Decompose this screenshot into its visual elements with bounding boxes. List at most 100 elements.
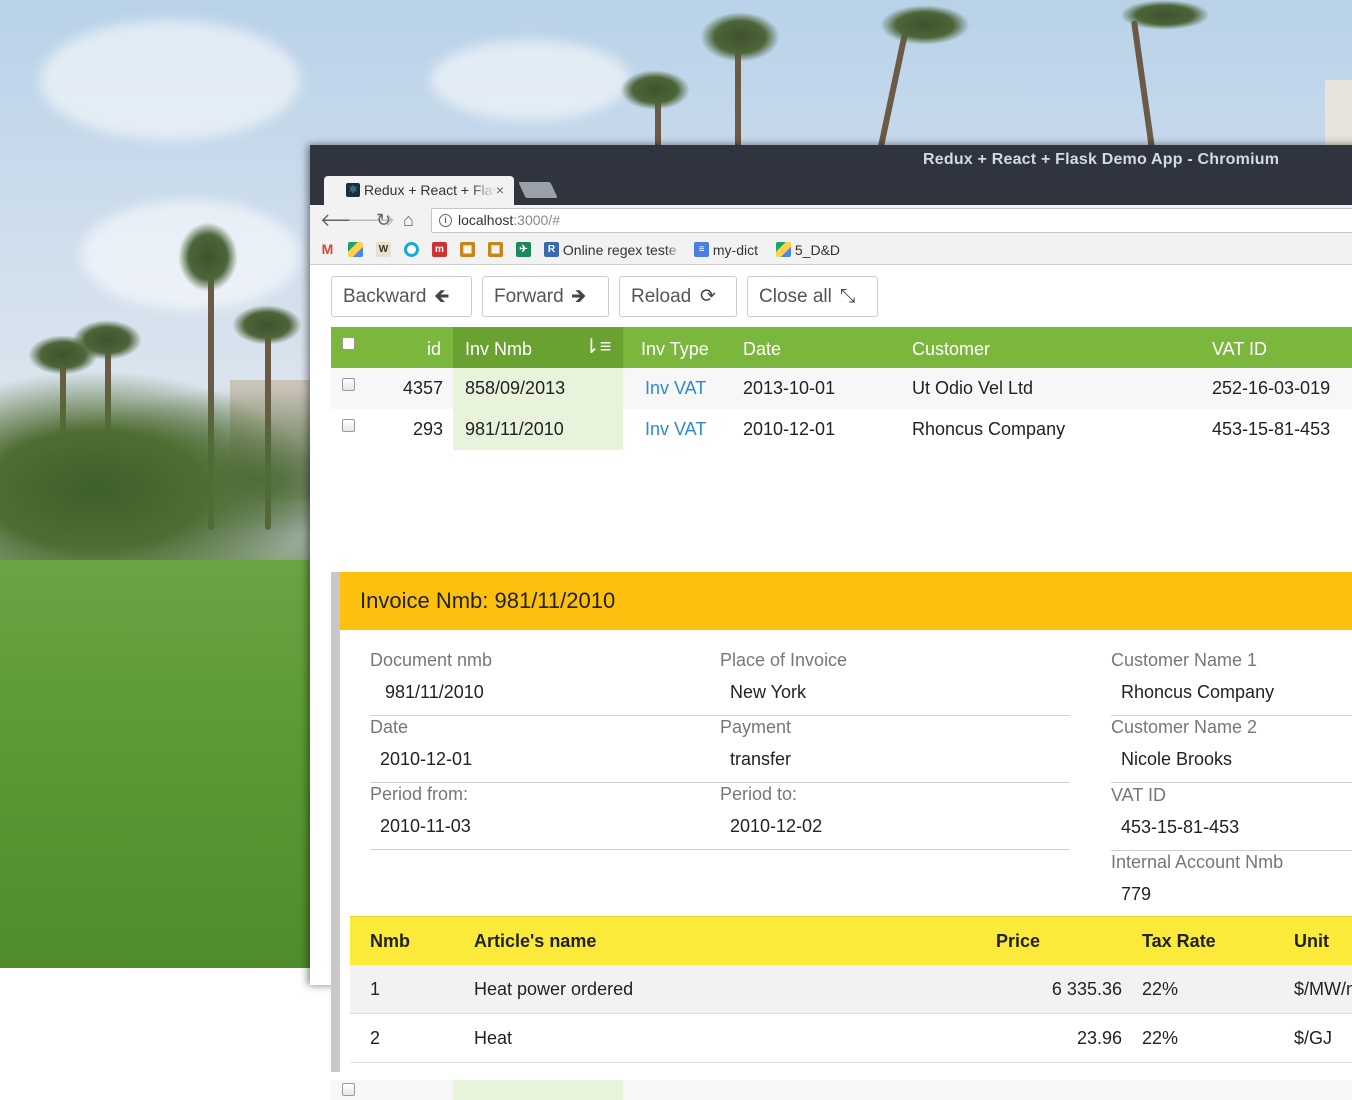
field-label: Internal Account Nmb [1111, 852, 1284, 872]
invoice-detail-title: Invoice Nmb: 981/11/2010 [340, 572, 1352, 630]
reload-label: Reload [631, 286, 692, 307]
browser-tab[interactable]: ⚛ Redux + React + Flask Demo App × [324, 176, 514, 205]
invoice-detail-panel: Invoice Nmb: 981/11/2010 Document nmb 98… [331, 572, 1352, 1072]
field-value[interactable]: 2010-12-02 [730, 816, 822, 837]
arrow-left-icon: 🡸 [434, 286, 450, 307]
field-customer-name-2: Customer Name 2 Nicole Brooks [1111, 717, 1352, 783]
column-header-inv-nmb[interactable]: Inv Nmb ⇂≡ [453, 327, 623, 368]
cell-vat-id: 453-15-81-453 [1212, 419, 1331, 439]
bookmark-m[interactable]: m [432, 242, 447, 258]
bookmark-plane[interactable]: ✈ [516, 242, 531, 258]
new-tab-button[interactable] [518, 182, 558, 198]
gmail-icon: M [321, 241, 334, 257]
close-all-label: Close all [759, 286, 832, 307]
column-header-inv-type[interactable]: Inv Type [641, 327, 709, 368]
field-value[interactable]: Nicole Brooks [1121, 749, 1232, 770]
field-value[interactable]: Rhoncus Company [1121, 682, 1274, 703]
reload-button[interactable]: Reload ⟳ [619, 276, 737, 317]
drive-icon [348, 242, 363, 257]
row-checkbox[interactable] [342, 378, 355, 391]
m-icon: m [432, 242, 447, 257]
items-column-article: Article's name [474, 931, 597, 951]
item-tax-rate: 22% [1142, 979, 1179, 999]
bookmark-fire2[interactable]: ▦ [488, 242, 503, 258]
items-column-nmb: Nmb [370, 931, 410, 951]
items-column-price: Price [996, 931, 1041, 951]
item-price: 23.96 [1076, 1028, 1122, 1048]
fire-icon: ▦ [460, 242, 475, 257]
field-value[interactable]: 779 [1121, 884, 1151, 905]
item-unit: $/MW/m [1294, 979, 1352, 999]
field-value[interactable]: 453-15-81-453 [1121, 817, 1239, 838]
bookmark-my-dict[interactable]: ≡ my-dict [694, 242, 758, 258]
cell-date: 2013-10-01 [743, 378, 836, 398]
grid-header: id Inv Nmb ⇂≡ Inv Type Date Customer VAT… [331, 327, 1352, 368]
field-label: Date [370, 717, 409, 737]
field-value[interactable]: 981/11/2010 [385, 682, 484, 703]
field-label: Period from: [370, 784, 469, 804]
field-underline [370, 849, 720, 850]
item-tax-rate: 22% [1142, 1028, 1179, 1048]
table-row-partial[interactable] [331, 1080, 1352, 1100]
item-row[interactable]: 2 Heat 23.96 22% $/GJ [350, 1014, 1352, 1063]
item-article: Heat power ordered [474, 979, 634, 999]
column-header-date[interactable]: Date [743, 327, 781, 368]
field-value[interactable]: 2010-11-03 [380, 816, 471, 837]
items-column-unit: Unit [1294, 931, 1329, 951]
items-header: Nmb Article's name Price Tax Rate Unit [350, 916, 1352, 965]
cell-inv-type-link[interactable]: Inv VAT [645, 409, 706, 450]
reload-icon[interactable]: ↻ [376, 209, 391, 231]
field-underline [1111, 715, 1352, 716]
invoice-grid: id Inv Nmb ⇂≡ Inv Type Date Customer VAT… [331, 327, 1352, 450]
home-icon[interactable]: ⌂ [403, 209, 414, 231]
field-underline [370, 782, 720, 783]
column-header-label: Inv Nmb [465, 339, 533, 359]
field-underline [720, 782, 1070, 783]
url-path: :3000/# [513, 212, 560, 228]
table-row[interactable]: 293 981/11/2010 Inv VAT 2010-12-01 Rhonc… [331, 409, 1352, 450]
field-document-nmb: Document nmb 981/11/2010 [370, 650, 720, 716]
cell-customer: Rhoncus Company [912, 419, 1066, 439]
close-tab-icon[interactable]: × [496, 176, 504, 205]
cell-id: 4357 [402, 378, 443, 398]
sort-desc-icon[interactable]: ⇂≡ [583, 325, 611, 369]
field-internal-account-nmb: Internal Account Nmb 779 [1111, 852, 1352, 918]
field-period-to: Period to: 2010-12-02 [720, 784, 1070, 850]
backward-label: Backward [343, 286, 427, 307]
arrow-right-icon: 🡺 [571, 286, 587, 307]
field-value[interactable]: New York [730, 682, 806, 703]
row-checkbox[interactable] [342, 419, 355, 432]
column-header-id[interactable]: id [427, 327, 441, 368]
invoice-items-table: Nmb Article's name Price Tax Rate Unit 1… [350, 916, 1352, 1063]
field-label: Place of Invoice [720, 650, 848, 670]
bookmark-label: 5_D&D [794, 242, 841, 258]
bookmark-label: my-dict [712, 242, 759, 258]
tab-title: Redux + React + Flask Demo App [364, 182, 496, 198]
bookmark-drive[interactable] [348, 242, 363, 258]
address-bar[interactable]: i localhost:3000/# [431, 208, 1352, 233]
backward-button[interactable]: Backward 🡸 [331, 276, 472, 317]
bookmark-regex[interactable]: R Online regex teste [544, 242, 683, 258]
cell-inv-type-link[interactable]: Inv VAT [645, 368, 706, 409]
field-underline [1111, 782, 1352, 783]
cell-vat-id: 252-16-03-019 [1212, 378, 1331, 398]
bookmark-fire[interactable]: ▦ [460, 242, 475, 258]
field-value[interactable]: 2010-12-01 [380, 749, 472, 770]
table-row[interactable]: 4357 858/09/2013 Inv VAT 2013-10-01 Ut O… [331, 368, 1352, 409]
row-checkbox[interactable] [342, 1083, 355, 1096]
info-icon[interactable]: i [439, 214, 452, 227]
bookmark-gmail[interactable]: M [320, 242, 335, 258]
item-nmb: 1 [370, 979, 381, 999]
field-value[interactable]: transfer [730, 749, 791, 770]
bookmark-dnd[interactable]: 5_D&D [776, 242, 840, 258]
item-article: Heat [474, 1028, 513, 1048]
select-all-checkbox[interactable] [342, 337, 355, 350]
bookmark-circle[interactable] [404, 242, 419, 258]
bookmark-wiki[interactable]: W [376, 242, 391, 258]
close-all-button[interactable]: Close all ⤡ [747, 276, 878, 317]
column-header-vat-id[interactable]: VAT ID [1212, 327, 1267, 368]
column-header-customer[interactable]: Customer [912, 327, 990, 368]
forward-button[interactable]: Forward 🡺 [482, 276, 609, 317]
item-row[interactable]: 1 Heat power ordered 6 335.36 22% $/MW/m [350, 965, 1352, 1014]
field-date: Date 2010-12-01 [370, 717, 720, 783]
